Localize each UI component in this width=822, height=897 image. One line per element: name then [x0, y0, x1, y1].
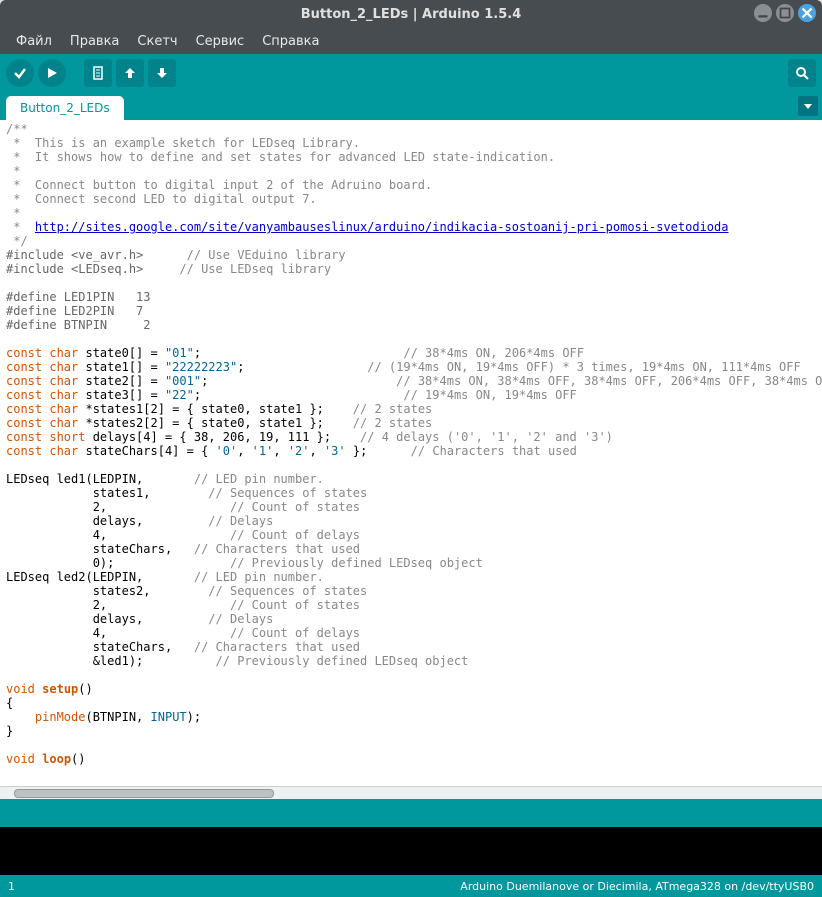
code-editor[interactable]: /** * This is an example sketch for LEDs…: [0, 120, 822, 799]
application-window: Button_2_LEDs | Arduino 1.5.4 Файл Правк…: [0, 0, 822, 897]
title-bar: Button_2_LEDs | Arduino 1.5.4: [0, 0, 822, 28]
verify-button[interactable]: [6, 59, 34, 87]
menu-edit[interactable]: Правка: [62, 31, 127, 52]
menu-file[interactable]: Файл: [8, 31, 60, 52]
menu-bar: Файл Правка Скетч Сервис Справка: [0, 28, 822, 54]
menu-tools[interactable]: Сервис: [188, 31, 253, 52]
upload-button[interactable]: [38, 59, 66, 87]
status-board-info: Arduino Duemilanove or Diecimila, ATmega…: [460, 880, 814, 893]
save-button[interactable]: [148, 59, 176, 87]
status-bar: 1 Arduino Duemilanove or Diecimila, ATme…: [0, 875, 822, 897]
status-line-number: 1: [8, 880, 15, 893]
scrollbar-thumb[interactable]: [14, 789, 274, 798]
new-button[interactable]: [84, 59, 112, 87]
toolbar: [0, 54, 822, 92]
tab-bar: Button_2_LEDs: [0, 92, 822, 120]
menu-help[interactable]: Справка: [254, 31, 327, 52]
code-content[interactable]: /** * This is an example sketch for LEDs…: [0, 120, 822, 785]
tab-menu-button[interactable]: [798, 96, 818, 116]
console-output[interactable]: [0, 827, 822, 875]
code-link[interactable]: http://sites.google.com/site/vanyambause…: [35, 220, 729, 234]
open-button[interactable]: [116, 59, 144, 87]
status-area: [0, 799, 822, 827]
window-controls: [754, 4, 816, 22]
serial-monitor-button[interactable]: [788, 59, 816, 87]
minimize-button[interactable]: [754, 4, 772, 22]
tab-active[interactable]: Button_2_LEDs: [6, 96, 124, 120]
menu-sketch[interactable]: Скетч: [129, 31, 185, 52]
close-button[interactable]: [798, 4, 816, 22]
maximize-button[interactable]: [776, 4, 794, 22]
horizontal-scrollbar[interactable]: [0, 786, 822, 799]
window-title: Button_2_LEDs | Arduino 1.5.4: [301, 7, 522, 22]
